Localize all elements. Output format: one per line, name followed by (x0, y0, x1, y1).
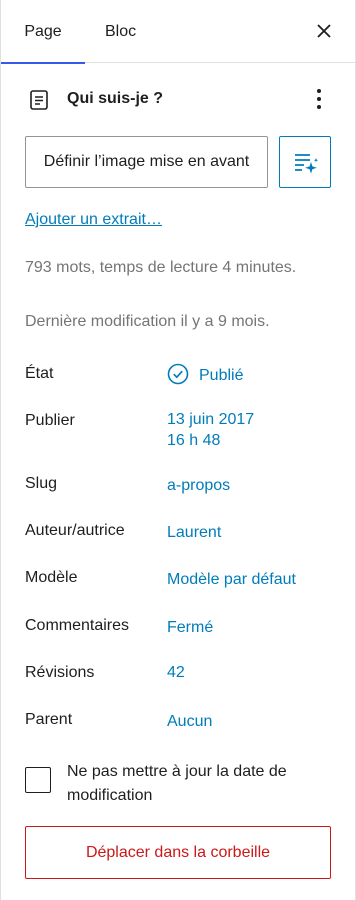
more-vertical-icon (317, 89, 321, 109)
add-excerpt-link[interactable]: Ajouter un extrait… (25, 211, 162, 229)
ai-sparkle-list-icon (295, 154, 319, 174)
status-label: État (25, 365, 54, 382)
author-value[interactable]: Laurent (167, 522, 221, 543)
last-modified-text: Dernière modification il y a 9 mois. (25, 313, 270, 330)
keep-modified-date-checkbox[interactable] (25, 767, 51, 793)
author-label: Auteur/autrice (25, 522, 125, 539)
parent-value[interactable]: Aucun (167, 711, 212, 732)
revisions-label: Révisions (25, 664, 95, 681)
set-featured-image-button[interactable]: Définir l’image mise en avant (25, 136, 268, 188)
word-count-text: 793 mots, temps de lecture 4 minutes. (25, 259, 297, 276)
comments-label: Commentaires (25, 617, 130, 634)
tab-bloc[interactable]: Bloc (105, 0, 136, 63)
publish-label: Publier (25, 412, 75, 429)
close-button[interactable] (313, 20, 335, 42)
page-title: Qui suis-je ? (67, 90, 164, 107)
more-options-button[interactable] (309, 86, 329, 114)
sidebar-tabs: Page Bloc (1, 0, 355, 64)
slug-value[interactable]: a-propos (167, 475, 230, 496)
slug-label: Slug (25, 475, 58, 492)
page-summary: Qui suis-je ? (25, 86, 335, 114)
settings-sidebar: Page Bloc Qui suis-je ? Définir l’image … (0, 0, 356, 900)
move-to-trash-button[interactable]: Déplacer dans la corbeille (25, 826, 331, 879)
keep-modified-date-label[interactable]: Ne pas mettre à jour la date de modifica… (67, 760, 337, 808)
comments-value[interactable]: Fermé (167, 617, 213, 638)
tab-page[interactable]: Page (1, 0, 85, 64)
publish-date-value[interactable]: 13 juin 2017 16 h 48 (167, 409, 254, 451)
close-icon (317, 24, 331, 38)
publish-time: 16 h 48 (167, 432, 221, 449)
template-value[interactable]: Modèle par défaut (167, 569, 296, 590)
check-circle-icon[interactable] (167, 363, 189, 385)
ai-tools-button[interactable] (279, 136, 331, 188)
status-value[interactable]: Publié (199, 365, 243, 386)
page-icon (30, 90, 48, 110)
parent-label: Parent (25, 711, 73, 728)
revisions-value[interactable]: 42 (167, 662, 185, 683)
publish-date: 13 juin 2017 (167, 411, 255, 428)
template-label: Modèle (25, 569, 78, 586)
